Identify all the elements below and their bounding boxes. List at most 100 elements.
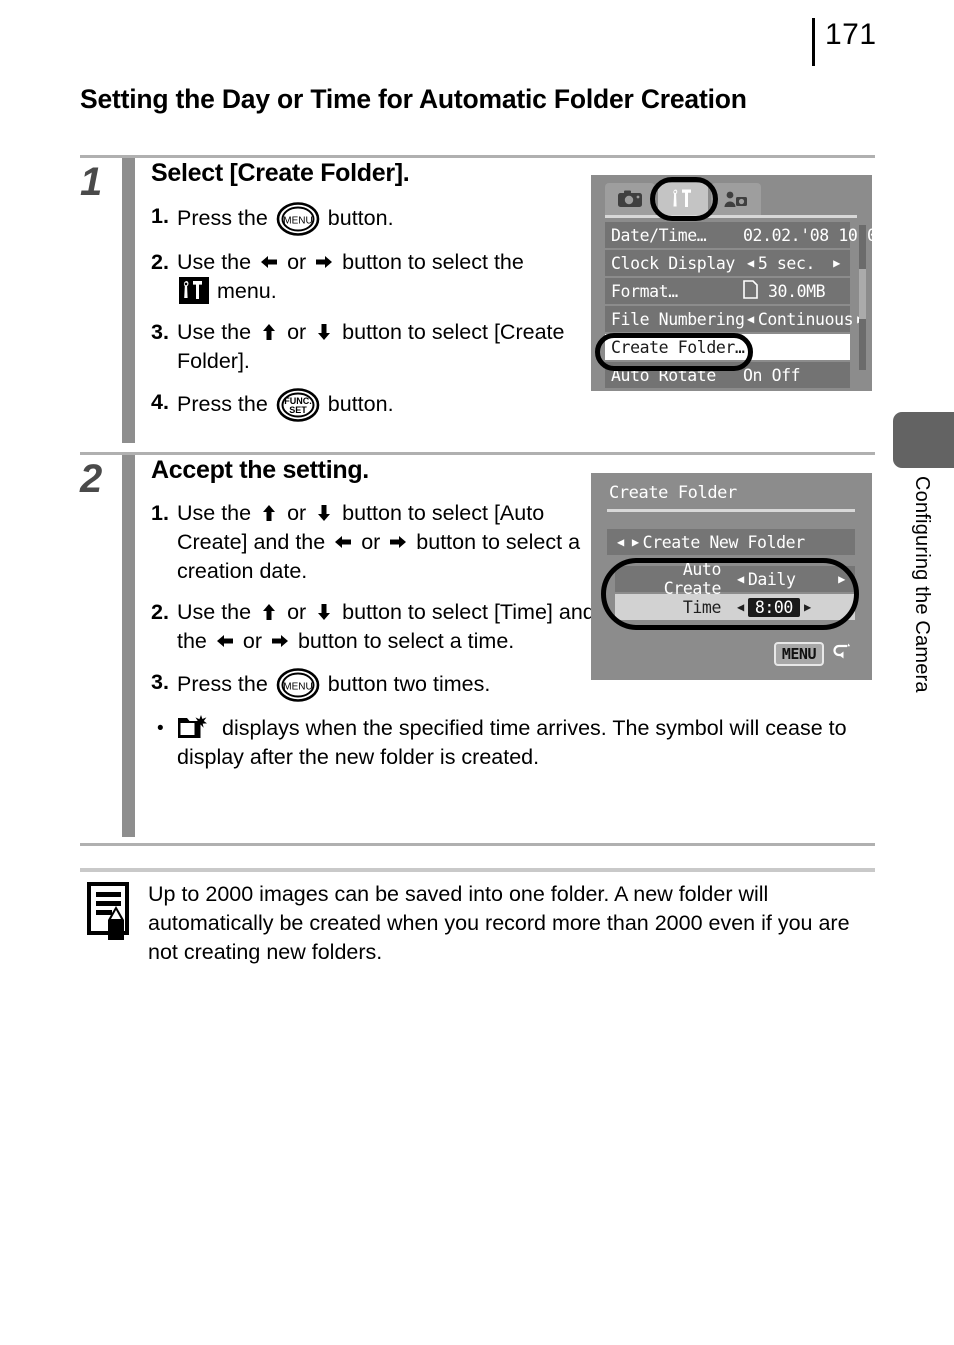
lcd-row-label: File Numbering [611,309,745,329]
menu-button-icon: MENU [276,202,320,236]
right-caret-icon: ▶ [631,535,639,549]
lcd2-item-label: Time [682,597,722,617]
lcd2-time-value: 8:00 [747,597,800,617]
lcd2-auto-create-item[interactable]: Auto Create ◀ Daily ▶ [615,560,855,598]
substep-text: Press the MENU button. [177,202,617,236]
bullet-note: • displays when the specified time arriv… [151,714,875,772]
lcd-scrollbar[interactable] [859,225,866,370]
left-caret-icon: ◀ [747,256,754,270]
right-arrow-icon [270,631,290,651]
substep-text-pre: Use the [177,320,252,344]
lcd-row-file-numbering[interactable]: File Numbering ◀ Continuous ▶ [605,306,864,332]
substep-text-mid2: or [361,530,381,554]
note-text: Up to 2000 images can be saved into one … [148,882,850,964]
substep-number: 2. [151,250,169,274]
lcd2-menu-badge: MENU [773,642,852,666]
folder-star-icon [177,714,208,741]
right-caret-icon: ▶ [803,600,811,614]
lcd-row-value: On Off [743,365,801,385]
lcd-tab-my-camera[interactable] [711,183,761,215]
substep-number: 1. [151,204,169,228]
lcd-row-label: Create Folder… [611,337,745,357]
left-caret-icon: ◀ [737,600,744,614]
lcd-row-clock-display[interactable]: Clock Display ◀ 5 sec. ▶ [605,250,850,276]
step-2-number: 2 [80,457,103,501]
lcd-row-label: Format… [611,281,678,301]
lcd-tab-settings[interactable] [658,183,708,215]
divider-bottom [80,843,875,846]
page-number: 171 [825,18,877,51]
right-caret-icon: ▶ [838,572,845,586]
left-arrow-icon [259,252,279,272]
substep-text: Press the FUNC. SET button. [177,388,617,422]
right-arrow-icon [388,532,408,552]
left-arrow-icon [215,631,235,651]
substep-text-mid: or [287,250,307,274]
substep-text: Use the or button to select [Create Fold… [177,318,617,376]
lcd-row-date-time[interactable]: Date/Time… 02.02.'08 10:00 [605,222,872,248]
memory-card-icon [743,279,758,303]
left-arrow-icon [333,532,353,552]
substep-number: 3. [151,320,169,344]
step-1-number: 1 [80,160,103,204]
lcd-row-label: Clock Display [611,253,735,273]
lcd2-create-new-folder-item[interactable]: ◀ ▶ Create New Folder [607,529,855,555]
down-arrow-icon [314,602,334,622]
lcd-menu-rows: Date/Time… 02.02.'08 10:00 Clock Display… [605,222,872,390]
svg-text:SET: SET [289,405,307,415]
substep-text: Use the or button to select [Auto Create… [177,499,617,586]
right-arrow-icon [314,252,334,272]
lcd-scrollbar-thumb[interactable] [859,269,866,319]
substep-text-post: button. [327,206,394,230]
note-box: Up to 2000 images can be saved into one … [86,880,876,967]
substep-text-pre: Press the [177,672,268,696]
lcd-row-value: ◀ Continuous ▶ [743,310,868,329]
up-arrow-icon [259,602,279,622]
lcd2-time-item[interactable]: Time ◀ 8:00 ▶ [615,594,855,620]
bullet-note-text: displays when the specified time arrives… [177,714,875,772]
left-caret-icon: ◀ [617,535,624,549]
up-arrow-icon [259,322,279,342]
bullet-note-body: displays when the specified time arrives… [177,716,847,769]
lcd-tab-bar [605,183,764,215]
substep-number: 2. [151,600,169,624]
chapter-tab [893,412,954,468]
substep-number: 3. [151,670,169,694]
lcd-row-value: ◀ 5 sec. ▶ [743,254,844,273]
lcd-row-label: Date/Time… [611,225,707,245]
substep-text-post: button to select the [342,250,524,274]
substep-text-pre: Press the [177,206,268,230]
right-caret-icon: ▶ [833,256,840,270]
lcd-row-label: Auto Rotate [611,365,716,385]
down-arrow-icon [314,503,334,523]
left-caret-icon: ◀ [737,572,744,586]
lcd-tab-shooting[interactable] [605,183,655,215]
return-arrow-icon [830,642,852,666]
substep-text-pre: Use the [177,501,252,525]
step-1-bar [122,158,135,443]
substep-number: 4. [151,390,169,414]
divider-note [80,868,875,872]
chapter-label: Configuring the Camera [911,476,933,693]
lcd-row-create-folder[interactable]: Create Folder… [605,334,850,360]
menu-chip-label: MENU [773,642,824,666]
lcd-row-format[interactable]: Format… 30.0MB [605,278,850,304]
camera-lcd-settings-menu: Date/Time… 02.02.'08 10:00 Clock Display… [591,175,872,391]
substep-text-post: button two times. [327,672,491,696]
substep-text-mid: or [287,320,307,344]
page-number-block: 171 [812,18,877,66]
lcd-row-auto-rotate[interactable]: Auto Rotate On Off [605,362,850,388]
substep-text-tail: menu. [216,279,277,303]
lcd-row-value: 02.02.'08 10:00 [743,225,872,245]
bullet-dot: • [157,718,164,739]
lcd-row-value-text: 5 sec. [757,253,816,273]
substep-text-mid: or [287,600,307,624]
substep-number: 1. [151,501,169,525]
substep-text-post: button. [327,392,394,416]
left-caret-icon: ◀ [747,312,754,326]
lcd2-title: Create Folder [609,483,737,503]
substep-text-tail: button to select a time. [297,629,515,653]
lcd2-item-label: Auto Create [663,560,722,598]
lcd-row-value: 30.0MB [743,279,844,303]
svg-text:MENU: MENU [283,682,312,693]
